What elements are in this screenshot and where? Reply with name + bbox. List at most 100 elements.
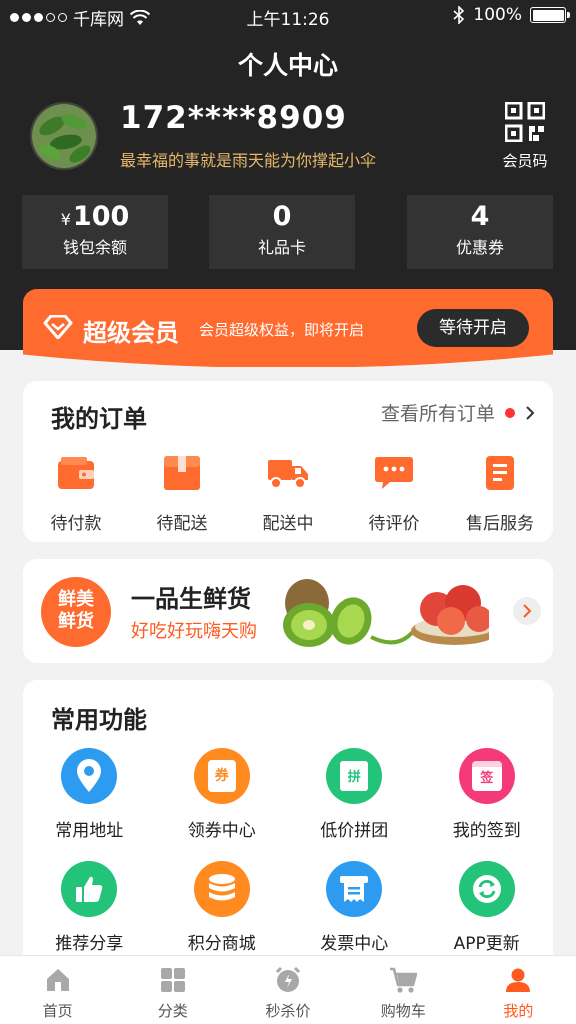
stat-label: 钱包余额 xyxy=(62,238,127,257)
avatar[interactable] xyxy=(30,102,98,170)
common-functions-card: 常用功能 常用地址 券 领券中心 拼 低价拼团 签 我的签到 推荐分享 积分商城… xyxy=(23,680,553,960)
tab-category[interactable]: 分类 xyxy=(115,956,230,1024)
bottom-tab-bar: 首页 分类 秒杀价 购物车 我的 xyxy=(0,955,576,1024)
order-label: 待评价 xyxy=(368,514,420,534)
alarm-icon xyxy=(275,966,301,992)
stat-gift-card[interactable]: 0 礼品卡 xyxy=(209,195,355,269)
tab-label: 秒杀价 xyxy=(265,1002,311,1020)
func-sign-in[interactable]: 签 我的签到 xyxy=(421,748,554,841)
stat-label: 优惠券 xyxy=(455,238,504,257)
func-label: APP更新 xyxy=(453,934,520,954)
battery-percent: 100% xyxy=(473,5,522,25)
vip-description: 会员超级权益，即将开启 xyxy=(199,321,365,339)
vip-wait-button[interactable]: 等待开启 xyxy=(417,309,529,347)
view-all-orders-label: 查看所有订单 xyxy=(380,403,495,425)
sign-glyph: 签 xyxy=(471,761,502,791)
calendar-icon: 签 xyxy=(458,748,515,804)
stat-wallet[interactable]: ¥100 钱包余额 xyxy=(22,195,168,269)
member-code-button[interactable]: 会员码 xyxy=(500,101,550,171)
orders-card: 我的订单 查看所有订单 待付款 待配送 配送中 待评价 售后服务 xyxy=(23,381,553,542)
status-bar: 千库网 上午11:26 100% xyxy=(0,0,576,32)
func-label: 积分商城 xyxy=(187,934,256,954)
functions-title: 常用功能 xyxy=(51,706,147,734)
tab-home[interactable]: 首页 xyxy=(0,956,115,1024)
tab-label: 分类 xyxy=(157,1002,188,1020)
promo-next-button[interactable] xyxy=(513,597,541,625)
fruit-image xyxy=(283,579,489,647)
refresh-icon xyxy=(458,861,515,917)
user-icon xyxy=(506,968,531,992)
stat-value: 0 xyxy=(272,201,292,232)
shopping-bag-icon: 拼 xyxy=(326,748,383,804)
promo-title: 一品生鲜货 xyxy=(131,585,251,613)
coupon-icon: 券 xyxy=(193,748,250,804)
stat-coupons[interactable]: 4 优惠券 xyxy=(407,195,553,269)
battery-icon xyxy=(530,7,570,23)
member-code-label: 会员码 xyxy=(502,152,548,170)
grid-icon xyxy=(160,968,185,992)
func-app-update[interactable]: APP更新 xyxy=(421,861,554,954)
func-address[interactable]: 常用地址 xyxy=(23,748,156,841)
truck-icon xyxy=(268,460,308,489)
stat-value: 100 xyxy=(72,201,130,232)
database-icon xyxy=(193,861,250,917)
func-group-buy[interactable]: 拼 低价拼团 xyxy=(288,748,421,841)
func-label: 常用地址 xyxy=(55,821,124,841)
wallet-icon xyxy=(58,457,94,489)
bluetooth-icon xyxy=(453,6,465,24)
func-share[interactable]: 推荐分享 xyxy=(23,861,156,954)
tab-flash-sale[interactable]: 秒杀价 xyxy=(230,956,345,1024)
func-label: 推荐分享 xyxy=(55,934,124,954)
func-points-mall[interactable]: 积分商城 xyxy=(156,861,289,954)
tab-label: 我的 xyxy=(503,1002,534,1020)
promo-badge: 鲜美 鲜货 xyxy=(41,577,111,647)
stat-value: 4 xyxy=(470,201,490,232)
order-pending-delivery[interactable]: 待配送 xyxy=(132,453,232,534)
func-label: 领券中心 xyxy=(187,821,256,841)
order-label: 待配送 xyxy=(156,514,208,534)
chevron-right-icon xyxy=(526,405,535,420)
tab-cart[interactable]: 购物车 xyxy=(346,956,461,1024)
order-label: 待付款 xyxy=(50,514,102,534)
order-to-review[interactable]: 待评价 xyxy=(344,453,444,534)
notification-dot xyxy=(505,407,515,418)
header-curve xyxy=(0,352,576,384)
thumbs-up-icon xyxy=(61,861,118,917)
order-after-sales[interactable]: 售后服务 xyxy=(450,453,550,534)
func-label: 低价拼团 xyxy=(320,821,389,841)
order-label: 配送中 xyxy=(262,514,314,534)
func-coupon-center[interactable]: 券 领券中心 xyxy=(156,748,289,841)
qr-code-icon xyxy=(504,101,546,143)
func-invoice-center[interactable]: 发票中心 xyxy=(288,861,421,954)
coupon-glyph: 券 xyxy=(207,760,236,792)
cart-icon xyxy=(390,967,418,993)
comment-icon xyxy=(375,457,413,489)
stat-label: 礼品卡 xyxy=(257,238,306,257)
diamond-icon xyxy=(43,315,73,339)
location-pin-icon xyxy=(61,748,118,804)
home-icon xyxy=(46,969,69,991)
document-icon xyxy=(486,456,514,490)
user-phone: 172****8909 xyxy=(120,100,347,136)
fresh-goods-banner[interactable]: 鲜美 鲜货 一品生鲜货 好吃好玩嗨天购 xyxy=(23,559,553,663)
order-label: 售后服务 xyxy=(466,514,534,534)
order-pending-payment[interactable]: 待付款 xyxy=(26,453,126,534)
order-in-delivery[interactable]: 配送中 xyxy=(238,453,338,534)
vip-title: 超级会员 xyxy=(83,319,179,347)
tab-label: 购物车 xyxy=(380,1002,426,1020)
view-all-orders-link[interactable]: 查看所有订单 xyxy=(381,399,535,426)
orders-title: 我的订单 xyxy=(51,405,147,433)
package-icon xyxy=(164,456,200,490)
group-glyph: 拼 xyxy=(340,761,369,791)
page-title: 个人中心 xyxy=(237,51,338,80)
currency-symbol: ¥ xyxy=(60,210,71,229)
func-label: 发票中心 xyxy=(320,934,389,954)
promo-badge-line2: 鲜货 xyxy=(58,611,94,632)
promo-badge-line1: 鲜美 xyxy=(58,589,94,610)
invoice-icon xyxy=(326,861,383,917)
promo-subtitle: 好吃好玩嗨天购 xyxy=(131,621,257,642)
user-slogan: 最幸福的事就是雨天能为你撑起小伞 xyxy=(120,151,377,170)
tab-label: 首页 xyxy=(42,1002,73,1020)
func-label: 我的签到 xyxy=(452,821,521,841)
tab-mine[interactable]: 我的 xyxy=(461,956,576,1024)
